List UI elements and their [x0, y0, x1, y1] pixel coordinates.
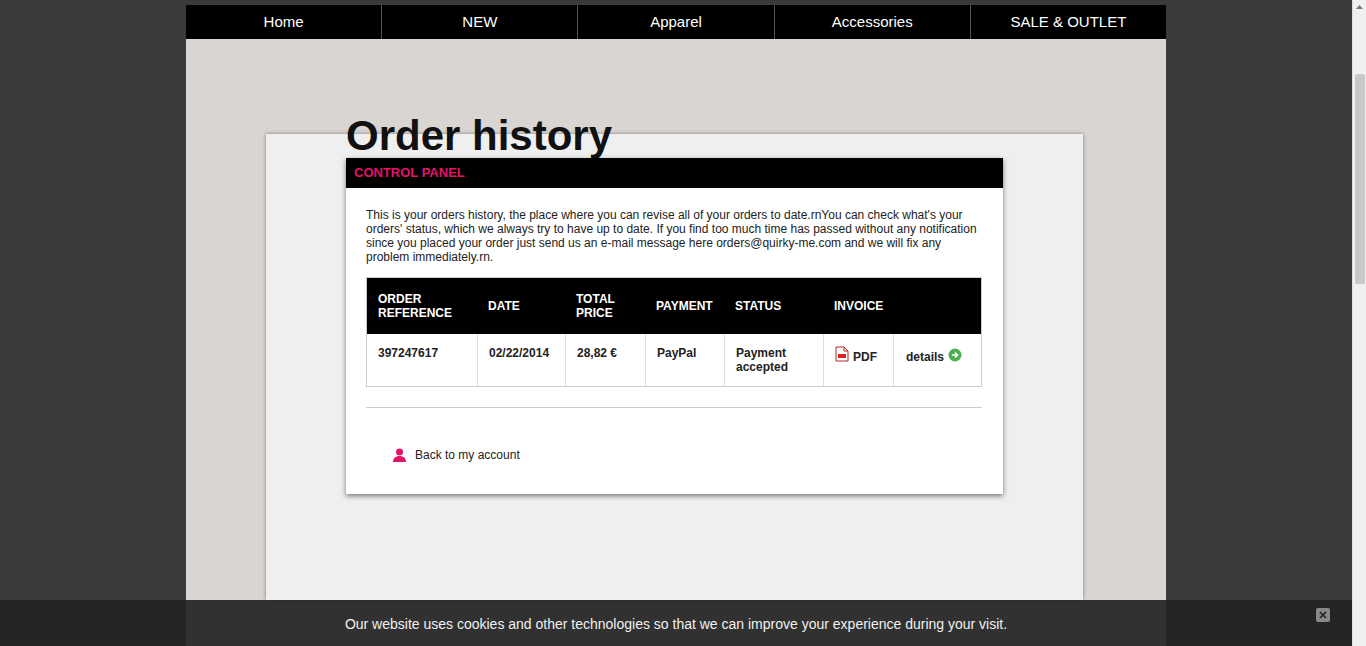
invoice-cell[interactable]: PDF — [823, 334, 893, 386]
column-header: ORDER REFERENCE — [367, 278, 477, 334]
page-title: Order history — [346, 114, 1083, 158]
viewport: HomeNEWApparelAccessoriesSALE & OUTLET Or… — [0, 0, 1352, 646]
scroll-up-icon[interactable] — [1353, 0, 1366, 14]
pdf-icon — [835, 346, 849, 362]
column-header: DATE — [477, 278, 565, 334]
details-arrow-icon — [948, 348, 962, 362]
nav-item[interactable]: Home — [186, 5, 381, 39]
table-header: ORDER REFERENCEDATETOTAL PRICEPAYMENTSTA… — [367, 278, 981, 334]
column-header: INVOICE — [823, 278, 893, 334]
scrollbar[interactable] — [1352, 0, 1366, 646]
back-link[interactable]: Back to my account — [393, 446, 983, 464]
content-card: Order historyCONTROL PANELThis is your o… — [266, 134, 1083, 600]
nav-item[interactable]: SALE & OUTLET — [970, 5, 1166, 39]
table-cell: 397247617 — [367, 334, 477, 386]
site-container: HomeNEWApparelAccessoriesSALE & OUTLET Or… — [186, 5, 1166, 646]
panel-header: CONTROL PANEL — [346, 158, 1003, 188]
cookie-text: Our website uses cookies and other techn… — [345, 614, 1007, 635]
column-header — [893, 278, 982, 334]
nav-item[interactable]: Apparel — [577, 5, 773, 39]
nav-item[interactable]: Accessories — [774, 5, 970, 39]
table-cell: 28,82 € — [565, 334, 645, 386]
details-link[interactable]: details — [893, 334, 982, 386]
column-header: PAYMENT — [645, 278, 724, 334]
divider — [366, 407, 982, 408]
page: HomeNEWApparelAccessoriesSALE & OUTLET Or… — [0, 0, 1366, 646]
orders-table: ORDER REFERENCEDATETOTAL PRICEPAYMENTSTA… — [366, 277, 982, 387]
intro-text: This is your orders history, the place w… — [366, 208, 983, 264]
table-cell: Payment accepted — [724, 334, 823, 386]
main-nav: HomeNEWApparelAccessoriesSALE & OUTLET — [186, 5, 1166, 39]
nav-item[interactable]: NEW — [381, 5, 577, 39]
user-icon — [393, 448, 406, 462]
table-row: 39724761702/22/201428,82 €PayPalPayment … — [367, 334, 981, 386]
scrollbar-thumb[interactable] — [1355, 74, 1365, 284]
control-panel: CONTROL PANEL This is your orders history… — [346, 158, 1003, 494]
column-header: TOTAL PRICE — [565, 278, 645, 334]
close-icon[interactable] — [1316, 608, 1330, 622]
table-cell: 02/22/2014 — [477, 334, 565, 386]
table-cell: PayPal — [645, 334, 724, 386]
column-header: STATUS — [724, 278, 823, 334]
cookie-bar: Our website uses cookies and other techn… — [0, 600, 1352, 646]
